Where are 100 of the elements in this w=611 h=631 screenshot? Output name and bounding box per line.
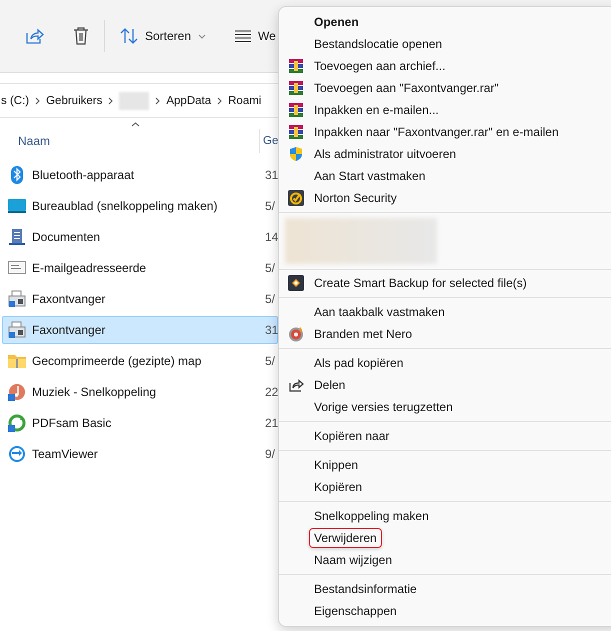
highlighted-label: Verwijderen <box>309 528 382 548</box>
breadcrumb-item[interactable]: s (C:) <box>1 94 30 106</box>
table-cell: 31 <box>265 168 277 182</box>
stacked-books-icon <box>288 58 304 74</box>
bluetooth-icon <box>9 166 25 184</box>
sort-arrows-icon <box>120 28 138 44</box>
fax-machine-icon <box>8 321 26 339</box>
table-cell: 21 <box>265 416 277 430</box>
menu-item[interactable]: Bestandsinformatie <box>279 578 611 600</box>
menu-item[interactable]: Eigenschappen <box>279 600 611 622</box>
music-shortcut-icon <box>8 383 26 401</box>
file-row[interactable]: Faxontvanger 5/ <box>2 285 278 313</box>
table-cell-text: 5/ <box>265 354 276 368</box>
menu-label: Bestandslocatie openen <box>313 36 444 53</box>
table-cell-text: 5/ <box>265 261 276 275</box>
menu-label: Als administrator uitvoeren <box>313 146 458 163</box>
menu-item[interactable]: Aan Start vastmaken <box>279 164 611 187</box>
stacked-books-icon <box>288 102 304 118</box>
file-name: TeamViewer <box>32 447 99 461</box>
menu-item[interactable]: Aan taakbalk vastmaken <box>279 301 611 324</box>
blurred-breadcrumb <box>119 92 150 110</box>
chevron-right-icon <box>35 96 40 104</box>
breadcrumb-item[interactable]: Gebruikers <box>46 94 102 106</box>
fax-machine-icon <box>8 290 26 308</box>
share-icon <box>26 28 44 44</box>
file-name: Faxontvanger <box>32 323 106 337</box>
menu-lines-icon <box>235 30 252 42</box>
menu-label: Als pad kopiëren <box>313 355 404 372</box>
file-row[interactable]: TeamViewer 9/ <box>2 440 278 468</box>
document-icon <box>9 229 25 245</box>
menu-item[interactable]: Kopiëren <box>279 476 611 498</box>
circular-arrows-icon <box>8 414 26 432</box>
sort-button[interactable]: Sorteren <box>112 22 214 50</box>
trash-icon <box>73 27 89 45</box>
menu-label: Inpakken en e-mailen... <box>313 102 440 119</box>
desktop-icon <box>8 199 26 213</box>
menu-item[interactable]: Create Smart Backup for selected file(s) <box>279 272 611 294</box>
file-name: Gecomprimeerde (gezipte) map <box>32 354 202 368</box>
menu-item[interactable]: Verwijderen <box>279 527 611 549</box>
menu-item[interactable]: Als pad kopiëren <box>279 352 611 374</box>
breadcrumb-item[interactable]: AppData <box>166 94 212 106</box>
file-name: PDFsam Basic <box>32 416 112 430</box>
stacked-books-icon <box>288 80 304 96</box>
breadcrumb-item[interactable]: Roami <box>228 94 262 106</box>
file-row[interactable]: E-mailgeadresseerde 5/ <box>2 254 278 282</box>
menu-label: Eigenschappen <box>313 602 398 620</box>
menu-label: Inpakken naar "Faxontvanger.rar" en e-mailen <box>313 124 560 141</box>
menu-label: Aan Start vastmaken <box>313 168 426 185</box>
file-row[interactable]: Bluetooth-apparaat 31 <box>2 161 278 189</box>
file-row[interactable]: Faxontvanger 31 <box>2 316 278 344</box>
menu-label: Create Smart Backup for selected file(s) <box>313 275 528 292</box>
share-icon <box>288 377 304 394</box>
menu-label: Norton Security <box>313 190 398 207</box>
menu-item[interactable]: Inpakken en e-mailen... <box>279 98 611 121</box>
table-cell-text: 5/ <box>265 292 276 306</box>
menu-item[interactable]: Toevoegen aan archief... <box>279 54 611 77</box>
file-name: Bluetooth-apparaat <box>32 168 136 182</box>
menu-label: Snelkoppeling maken <box>313 508 430 526</box>
file-row[interactable]: PDFsam Basic 21 <box>2 409 278 437</box>
file-row[interactable]: Gecomprimeerde (gezipte) map 5/ <box>2 347 278 375</box>
menu-label: Kopiëren <box>313 479 364 496</box>
file-row[interactable]: Muziek - Snelkoppeling 22 <box>2 378 278 406</box>
menu-item[interactable]: Snelkoppeling maken <box>279 505 611 528</box>
menu-label: Openen <box>313 14 360 31</box>
shield-icon <box>288 146 304 162</box>
file-row[interactable]: Bureaublad (snelkoppeling maken) 5/ <box>2 192 278 220</box>
zipped-folder-icon <box>8 353 26 369</box>
menu-item[interactable]: Vorige versies terugzetten <box>279 396 611 418</box>
column-header[interactable]: Naam <box>18 134 259 148</box>
file-row[interactable]: Documenten 14 <box>2 223 278 251</box>
menu-label: Kopiëren naar <box>313 428 390 446</box>
file-name: Muziek - Snelkoppeling <box>32 385 158 399</box>
menu-item[interactable]: Knippen <box>279 454 611 476</box>
table-cell-text: 5/ <box>265 199 276 213</box>
menu-label: Aan taakbalk vastmaken <box>313 304 446 322</box>
backup-icon <box>288 275 304 292</box>
menu-label: Naam wijzigen <box>313 552 394 569</box>
menu-item[interactable]: Naam wijzigen <box>279 548 611 571</box>
chevron-right-icon <box>155 96 160 104</box>
table-cell: 31 <box>265 323 277 337</box>
menu-label: Bestandsinformatie <box>313 580 418 598</box>
menu-item[interactable]: Toevoegen aan "Faxontvanger.rar" <box>279 76 611 99</box>
menu-item[interactable]: Als administrator uitvoeren <box>279 142 611 165</box>
chevron-right-icon <box>217 96 222 104</box>
chevron-down-icon <box>198 34 206 38</box>
menu-item[interactable]: Branden met Nero <box>279 323 611 346</box>
menu-item[interactable]: Inpakken naar "Faxontvanger.rar" en e-mailen <box>279 120 611 143</box>
menu-item[interactable]: Norton Security <box>279 186 611 209</box>
file-name: Faxontvanger <box>32 292 106 306</box>
menu-label: Delen <box>313 377 346 394</box>
table-cell-text: 9/ <box>265 447 276 461</box>
file-name: E-mailgeadresseerde <box>32 261 148 275</box>
table-cell: 22 <box>265 385 277 399</box>
menu-label: Knippen <box>313 457 360 474</box>
sort-caret-icon <box>131 122 140 127</box>
checkmark-badge-icon <box>288 190 304 206</box>
menu-item[interactable]: Delen <box>279 374 611 396</box>
menu-item[interactable]: Kopiëren naar <box>279 425 611 448</box>
file-name: Bureaublad (snelkoppeling maken) <box>32 199 218 213</box>
table-cell: 14 <box>265 230 277 244</box>
